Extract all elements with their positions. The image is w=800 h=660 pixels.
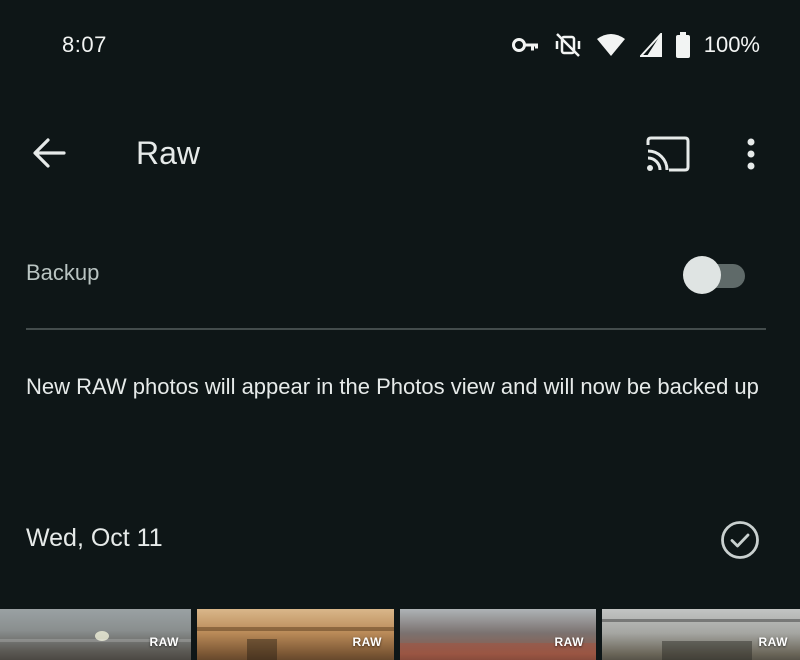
date-group-header: Wed, Oct 11	[0, 510, 800, 570]
vibrate-off-icon	[554, 32, 582, 58]
raw-badge: RAW	[554, 635, 584, 649]
more-options-button[interactable]	[732, 133, 770, 179]
cast-button[interactable]	[640, 133, 696, 179]
wifi-icon	[596, 33, 626, 57]
battery-percentage: 100%	[703, 32, 760, 57]
thumb-detail	[247, 639, 277, 660]
backup-setting-row: Backup	[0, 240, 800, 310]
thumb-detail	[662, 641, 752, 660]
cell-signal-icon	[639, 33, 662, 57]
raw-badge: RAW	[149, 635, 179, 649]
battery-icon	[675, 32, 690, 58]
back-button[interactable]	[24, 133, 74, 177]
thumb-detail	[197, 627, 394, 631]
photo-thumbnail[interactable]: RAW	[197, 609, 394, 660]
photo-grid: RAW RAW RAW RAW	[0, 609, 800, 660]
cast-icon	[645, 136, 691, 177]
more-vert-icon	[746, 137, 756, 176]
backup-label: Backup	[26, 260, 100, 285]
arrow-left-icon	[32, 137, 66, 173]
page-title: Raw	[136, 135, 201, 171]
photo-thumbnail[interactable]: RAW	[0, 609, 191, 660]
check-circle-icon	[718, 521, 762, 566]
divider	[26, 328, 766, 330]
status-time: 8:07	[62, 32, 107, 57]
photo-thumbnail[interactable]: RAW	[400, 609, 596, 660]
raw-badge: RAW	[758, 635, 788, 649]
select-group-button[interactable]	[718, 518, 762, 562]
app-bar: Raw	[0, 115, 800, 195]
status-icons: 100%	[511, 30, 760, 60]
toggle-thumb	[683, 256, 721, 294]
status-bar: 8:07 100%	[0, 0, 800, 90]
photo-thumbnail[interactable]: RAW	[602, 609, 800, 660]
backup-info-text: New RAW photos will appear in the Photos…	[26, 374, 759, 399]
date-label: Wed, Oct 11	[26, 524, 163, 552]
backup-toggle[interactable]	[683, 256, 747, 296]
raw-badge: RAW	[352, 635, 382, 649]
thumb-detail	[602, 619, 800, 622]
vpn-key-icon	[511, 35, 540, 55]
